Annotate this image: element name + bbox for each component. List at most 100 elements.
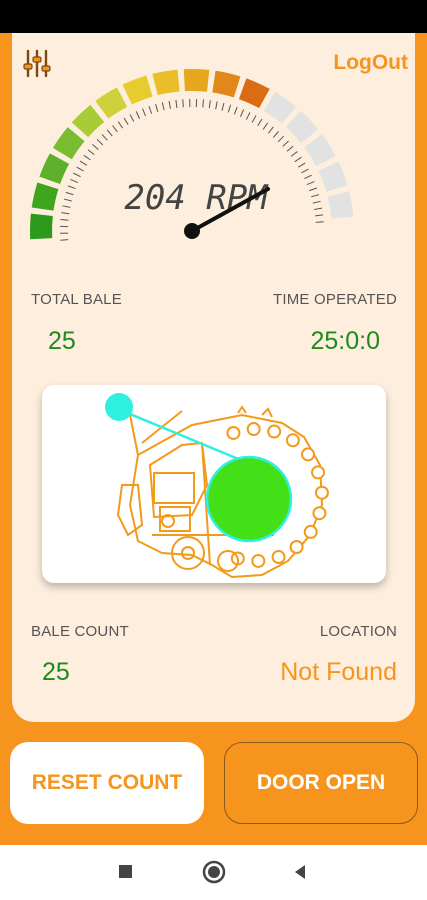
gauge-tick — [123, 117, 129, 125]
gauge-tick — [148, 106, 153, 114]
gauge-tick — [315, 214, 324, 217]
bale-count-value: 25 — [42, 658, 70, 686]
gauge-segment — [39, 153, 70, 185]
rpm-readout: 204 RPM — [124, 178, 269, 218]
gauge-segment — [152, 69, 180, 96]
gauge-tick — [83, 154, 91, 161]
gauge-tick — [112, 125, 118, 133]
gauge-segment — [52, 127, 85, 160]
gauge-tick — [233, 106, 238, 115]
chain-link — [314, 485, 329, 500]
gauge-segment — [71, 104, 105, 138]
gauge-segment — [122, 75, 153, 105]
gauge-segment — [238, 78, 270, 109]
gauge-tick — [101, 134, 108, 141]
door-open-button[interactable]: DOOR OPEN — [224, 742, 418, 824]
gauge-tick — [175, 99, 178, 108]
chain-link — [312, 506, 327, 521]
chain-link — [267, 424, 282, 439]
gauge-tick — [290, 151, 298, 157]
baler-diagram — [105, 393, 329, 579]
bale-indicator — [205, 455, 293, 543]
gauge-tick — [294, 156, 302, 163]
chain-link — [246, 422, 261, 437]
gauge-segment — [183, 69, 210, 92]
gauge-tick — [215, 101, 218, 110]
gauge-tick — [202, 99, 205, 108]
gauge-tick — [282, 140, 289, 147]
gauge-tick — [304, 174, 312, 180]
chain-link — [303, 524, 318, 539]
gauge-tick — [208, 100, 211, 109]
gauge-tick — [67, 185, 76, 190]
reset-count-button[interactable]: RESET COUNT — [10, 742, 204, 824]
location-label: LOCATION — [319, 623, 397, 640]
time-operated-value: 25:0:0 — [310, 327, 380, 355]
gauge-tick — [267, 126, 274, 134]
gauge-tick — [73, 172, 81, 178]
total-bale-label: TOTAL BALE — [31, 291, 122, 308]
gauge-segment — [285, 110, 319, 144]
chain-link — [251, 553, 266, 568]
gauge-segment — [212, 70, 241, 98]
gauge-tick — [155, 103, 159, 112]
gauge-tick — [286, 145, 294, 152]
rpm-gauge: 204 RPM — [30, 69, 354, 241]
total-bale-value: 25 — [48, 327, 76, 355]
gauge-tick — [168, 100, 171, 109]
gauge-tick — [79, 160, 88, 166]
gauge-tick — [312, 200, 321, 204]
gauge-tick — [182, 99, 184, 108]
time-operated-label: TIME OPERATED — [273, 291, 397, 308]
gauge-tick — [277, 135, 285, 143]
gauge-segment — [304, 134, 336, 167]
gauge-tick — [239, 109, 245, 118]
gauge-segment — [95, 87, 128, 119]
gauge-tick — [117, 121, 124, 129]
chain-link — [271, 550, 286, 565]
gauge-tick — [314, 207, 323, 210]
gauge-tick — [298, 162, 306, 168]
chain-link — [289, 540, 304, 555]
gauge-tick — [60, 239, 69, 241]
gauge-tick — [65, 191, 74, 196]
gauge-tick — [106, 129, 113, 137]
gauge-tick — [161, 102, 165, 111]
gauge-tick — [63, 198, 72, 202]
gauge-segment — [327, 191, 354, 219]
bale-count-label: BALE COUNT — [31, 623, 129, 640]
gauge-segment — [263, 91, 296, 124]
baler-diagram-card — [42, 385, 386, 583]
circle-icon[interactable] — [202, 857, 226, 887]
gauge-tick — [129, 114, 135, 122]
chain-link — [301, 447, 316, 462]
triangle-back-icon[interactable] — [292, 857, 308, 887]
location-value: Not Found — [280, 658, 397, 686]
gauge-segment — [31, 182, 59, 211]
gauge-tick — [262, 122, 269, 130]
gauge-hub — [184, 223, 200, 239]
gauge-tick — [92, 144, 99, 151]
gauge-tick — [142, 108, 147, 117]
gauge-tick — [221, 102, 225, 111]
chain-link — [285, 433, 300, 448]
gauge-tick — [62, 205, 71, 208]
chain-link — [226, 425, 241, 440]
gauge-tick — [257, 118, 263, 127]
square-icon[interactable] — [118, 857, 134, 887]
gauge-tick — [76, 166, 84, 172]
gauge-tick — [272, 131, 279, 138]
gauge-tick — [251, 115, 257, 123]
gauge-tick — [135, 111, 141, 119]
gauge-tick — [301, 168, 309, 174]
gauge-tick — [311, 194, 320, 198]
navigation-bar — [0, 845, 427, 900]
gauge-segment — [318, 161, 348, 192]
arm-indicator — [105, 393, 133, 421]
gauge-tick — [306, 181, 315, 186]
gauge-tick — [60, 218, 69, 221]
gauge-tick — [96, 138, 104, 146]
chain-link — [311, 465, 326, 480]
gauge-tick — [309, 187, 317, 192]
gauge-tick — [70, 178, 79, 184]
